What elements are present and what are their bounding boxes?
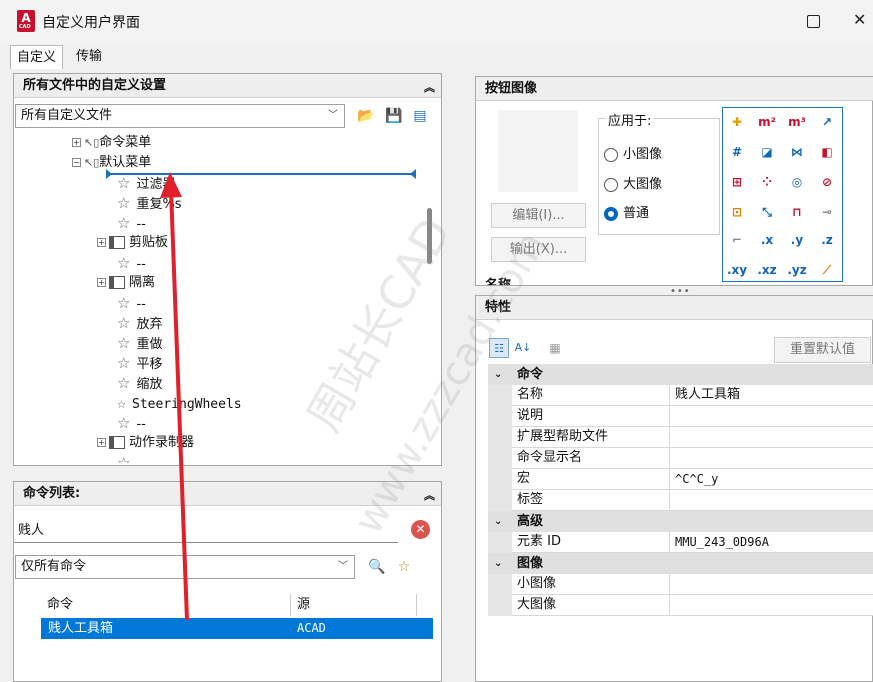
drop-line-left-marker [106, 169, 112, 179]
annotation-overlay [106, 169, 416, 621]
drag-arrow-head [160, 172, 182, 198]
drag-arrow-shaft [169, 189, 189, 621]
drop-line-right-marker [410, 169, 416, 179]
